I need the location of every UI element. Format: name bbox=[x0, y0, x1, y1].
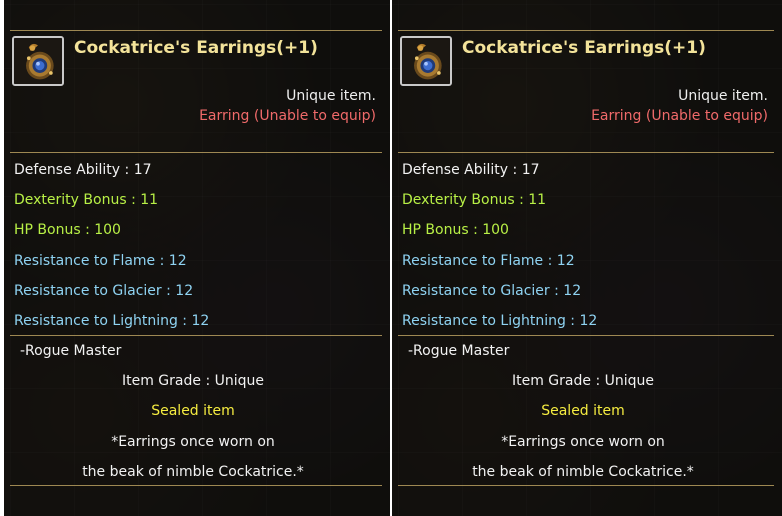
divider bbox=[398, 485, 774, 486]
stat-dexterity: Dexterity Bonus : 11 bbox=[14, 192, 159, 208]
divider bbox=[398, 335, 774, 336]
stat-resist-flame: Resistance to Flame : 12 bbox=[14, 253, 187, 269]
rarity-label: Unique item. bbox=[678, 88, 768, 104]
description-line: *Earrings once worn on bbox=[111, 434, 275, 450]
stat-dexterity: Dexterity Bonus : 11 bbox=[402, 192, 547, 208]
stat-resist-glacier: Resistance to Glacier : 12 bbox=[402, 283, 582, 299]
stat-hp: HP Bonus : 100 bbox=[14, 222, 121, 238]
item-grade: Item Grade : Unique bbox=[121, 373, 264, 389]
sealed-label: Sealed item bbox=[541, 403, 625, 419]
earring-icon bbox=[12, 36, 64, 86]
slot-label: Earring (Unable to equip) bbox=[199, 108, 376, 124]
earring-icon bbox=[400, 36, 452, 86]
stat-resist-lightning: Resistance to Lightning : 12 bbox=[14, 313, 210, 329]
divider bbox=[10, 485, 382, 486]
stat-resist-glacier: Resistance to Glacier : 12 bbox=[14, 283, 194, 299]
class-restriction: -Rogue Master bbox=[408, 343, 510, 359]
item-name: Cockatrice's Earrings(+1) bbox=[74, 38, 318, 58]
tooltip-comparison: Cockatrice's Earrings(+1) Unique item. E… bbox=[0, 0, 782, 516]
stat-resist-lightning: Resistance to Lightning : 12 bbox=[402, 313, 598, 329]
stat-hp: HP Bonus : 100 bbox=[402, 222, 509, 238]
divider bbox=[398, 152, 774, 153]
description-line: the beak of nimble Cockatrice.* bbox=[82, 464, 304, 480]
divider bbox=[10, 335, 382, 336]
class-restriction: -Rogue Master bbox=[20, 343, 122, 359]
stat-defense: Defense Ability : 17 bbox=[14, 162, 152, 178]
divider bbox=[398, 30, 774, 31]
slot-label: Earring (Unable to equip) bbox=[591, 108, 768, 124]
tooltip-body: Cockatrice's Earrings(+1) Unique item. E… bbox=[4, 0, 390, 516]
item-tooltip-right: Cockatrice's Earrings(+1) Unique item. E… bbox=[392, 0, 782, 516]
rarity-label: Unique item. bbox=[286, 88, 376, 104]
item-name: Cockatrice's Earrings(+1) bbox=[462, 38, 706, 58]
description-line: *Earrings once worn on bbox=[501, 434, 665, 450]
divider bbox=[10, 30, 382, 31]
divider bbox=[10, 152, 382, 153]
tooltip-body: Cockatrice's Earrings(+1) Unique item. E… bbox=[392, 0, 782, 516]
stat-defense: Defense Ability : 17 bbox=[402, 162, 540, 178]
item-grade: Item Grade : Unique bbox=[511, 373, 654, 389]
sealed-label: Sealed item bbox=[151, 403, 235, 419]
item-tooltip-left: Cockatrice's Earrings(+1) Unique item. E… bbox=[4, 0, 390, 516]
description-line: the beak of nimble Cockatrice.* bbox=[472, 464, 694, 480]
stat-resist-flame: Resistance to Flame : 12 bbox=[402, 253, 575, 269]
